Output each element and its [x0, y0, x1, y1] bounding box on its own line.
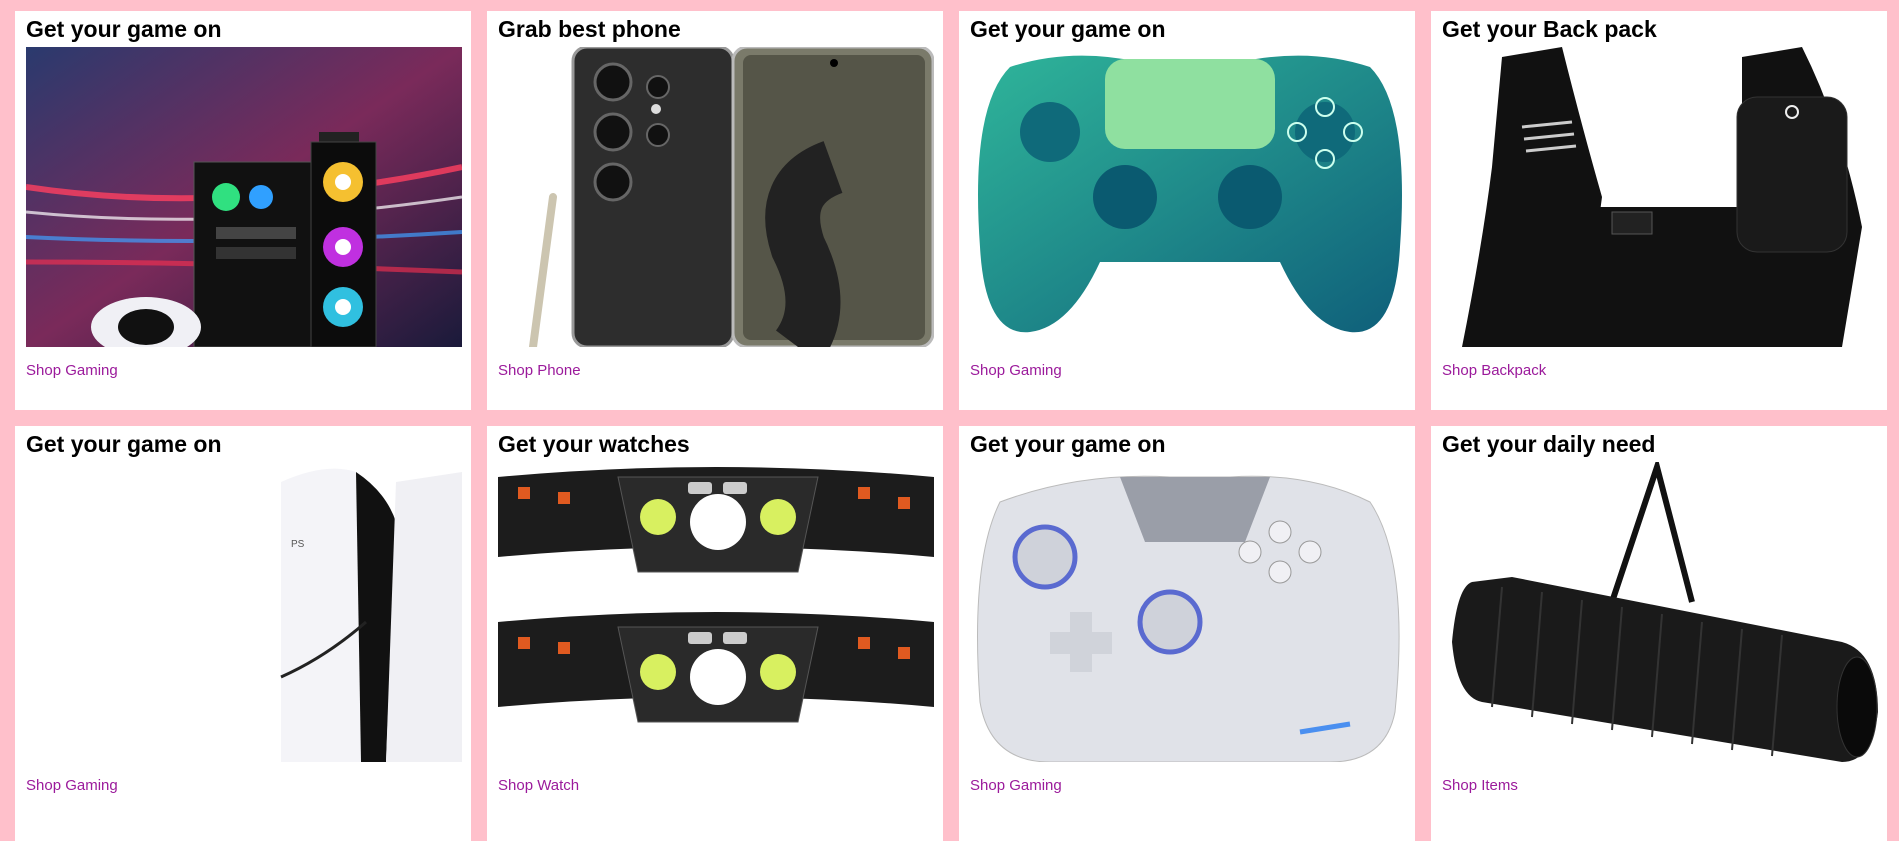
card-backpack: Get your Back pack Shop Backpack: [1431, 11, 1887, 410]
shop-watch-link[interactable]: Shop Watch: [498, 777, 579, 794]
card-title: Get your game on: [26, 16, 222, 42]
shop-gaming-link[interactable]: Shop Gaming: [970, 362, 1062, 379]
card-title: Get your watches: [498, 431, 690, 457]
sling-backpack-image[interactable]: [1442, 47, 1878, 347]
card-title: Get your game on: [970, 16, 1166, 42]
card-title: Get your daily need: [1442, 431, 1656, 457]
shop-backpack-link[interactable]: Shop Backpack: [1442, 362, 1546, 379]
card-teal-controller: Get your game on Shop Gaming: [959, 11, 1415, 410]
card-daily-need: Get your daily need Shop Items: [1431, 426, 1887, 841]
card-console: Get your game on PS Shop Gaming: [15, 426, 471, 841]
card-title: Get your game on: [26, 431, 222, 457]
shop-phone-link[interactable]: Shop Phone: [498, 362, 581, 379]
foldable-phone-image[interactable]: [498, 47, 934, 347]
shop-gaming-link[interactable]: Shop Gaming: [26, 362, 118, 379]
white-controller-image[interactable]: [970, 462, 1406, 762]
card-title: Get your game on: [970, 431, 1166, 457]
card-gaming-pc: Get your game on Shop Gaming: [15, 11, 471, 410]
shop-gaming-link[interactable]: Shop Gaming: [970, 777, 1062, 794]
card-phone: Grab best phone Shop Phone: [487, 11, 943, 410]
svg-text:PS: PS: [291, 539, 305, 550]
console-image[interactable]: PS: [26, 462, 462, 762]
card-title: Grab best phone: [498, 16, 681, 42]
shop-items-link[interactable]: Shop Items: [1442, 777, 1518, 794]
product-card-grid: Get your game on Shop Gaming Grab best p…: [0, 0, 1899, 841]
shop-gaming-link[interactable]: Shop Gaming: [26, 777, 118, 794]
gaming-pc-image[interactable]: [26, 47, 462, 347]
teal-controller-image[interactable]: [970, 47, 1406, 347]
card-watches: Get your watches Shop Watch: [487, 426, 943, 841]
card-title: Get your Back pack: [1442, 16, 1657, 42]
yoga-mat-image[interactable]: [1442, 462, 1878, 762]
headlamp-image[interactable]: [498, 462, 934, 762]
card-white-controller: Get your game on Shop Gaming: [959, 426, 1415, 841]
